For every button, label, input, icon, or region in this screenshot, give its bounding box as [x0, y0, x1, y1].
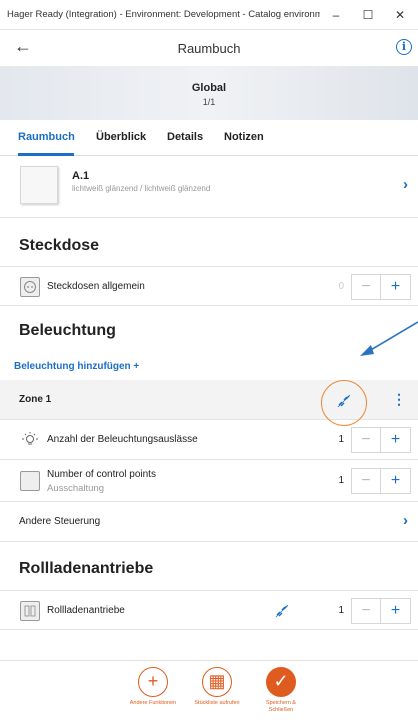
product-description: lichtweiß glänzend / lichtweiß glänzend: [72, 184, 211, 193]
row-label: Rollladenantriebe: [47, 605, 125, 616]
banner-name: Global: [191, 82, 227, 94]
quantity-stepper: − +: [351, 274, 411, 300]
back-arrow-icon[interactable]: ←: [14, 36, 32, 57]
banner-page: 1/1: [202, 97, 216, 107]
increment-button[interactable]: +: [381, 275, 410, 299]
chevron-right-icon[interactable]: ›: [403, 512, 408, 529]
row-label: Steckdosen allgemein: [47, 281, 145, 292]
shutter-icon: [20, 601, 40, 621]
close-button[interactable]: ✕: [384, 8, 416, 22]
switch-icon: [20, 471, 40, 491]
quantity-value: 0: [338, 281, 344, 292]
section-title-beleuchtung: Beleuchtung: [19, 322, 116, 339]
window-titlebar: Hager Ready (Integration) - Environment:…: [0, 0, 418, 30]
tab-notizen[interactable]: Notizen: [224, 131, 264, 143]
quantity-stepper: − +: [351, 468, 411, 494]
product-name: A.1: [72, 170, 90, 182]
quantity-value: 1: [338, 434, 344, 445]
row-label: Number of control points: [47, 469, 156, 480]
action-label: Speichern & Schließen: [266, 700, 296, 713]
action-label: Andere Funktionen: [129, 700, 177, 706]
minimize-button[interactable]: –: [320, 8, 352, 22]
decrement-button[interactable]: −: [352, 469, 382, 493]
tab-details[interactable]: Details: [167, 131, 203, 143]
add-lighting-link[interactable]: Beleuchtung hinzufügen +: [14, 361, 139, 372]
increment-button[interactable]: +: [381, 469, 410, 493]
socket-icon: [20, 277, 40, 297]
row-label: Andere Steuerung: [19, 516, 101, 527]
tab-raumbuch[interactable]: Raumbuch: [18, 131, 75, 143]
other-functions-action[interactable]: + Andere Funktionen: [128, 667, 178, 707]
list-item: Rollladenantriebe 1 − +: [0, 590, 418, 630]
section-title-rollladen: Rollladenantriebe: [19, 560, 154, 577]
zone-label: Zone 1: [19, 394, 52, 405]
window-title: Hager Ready (Integration) - Environment:…: [7, 9, 320, 20]
chevron-right-icon[interactable]: ›: [403, 176, 408, 193]
tab-ueberblick[interactable]: Überblick: [96, 131, 146, 143]
more-vertical-icon[interactable]: ⋮: [392, 391, 406, 408]
increment-button[interactable]: +: [381, 428, 410, 452]
plus-icon[interactable]: +: [138, 667, 168, 697]
lightbulb-icon: [20, 431, 40, 454]
info-icon[interactable]: i: [396, 39, 412, 55]
grid-icon[interactable]: ▦: [202, 667, 232, 697]
increment-button[interactable]: +: [381, 599, 410, 623]
bottom-action-bar: + Andere Funktionen ▦ Stückliste aufrufe…: [0, 660, 418, 722]
decrement-button[interactable]: −: [352, 275, 382, 299]
other-control-row[interactable]: Andere Steuerung ›: [0, 502, 418, 542]
quantity-stepper: − +: [351, 427, 411, 453]
product-thumbnail: [20, 166, 58, 204]
tab-bar: Raumbuch Überblick Details Notizen: [0, 120, 418, 156]
list-item: Anzahl der Beleuchtungsauslässe 1 − +: [0, 420, 418, 460]
room-banner: Global 1/1: [0, 66, 418, 120]
row-label: Anzahl der Beleuchtungsauslässe: [47, 434, 198, 445]
action-label: Stückliste aufrufen: [194, 700, 240, 706]
list-item: Steckdosen allgemein 0 − +: [0, 266, 418, 306]
row-sublabel: Ausschaltung: [47, 483, 105, 494]
app-header: ← Raumbuch i: [0, 30, 418, 66]
page-title: Raumbuch: [177, 40, 241, 56]
list-item: Number of control points Ausschaltung 1 …: [0, 460, 418, 502]
checkmark-icon[interactable]: ✓: [266, 667, 296, 697]
product-row[interactable]: A.1 lichtweiß glänzend / lichtweiß glänz…: [0, 156, 418, 218]
link-icon[interactable]: [274, 603, 290, 619]
quantity-stepper: − +: [351, 598, 411, 624]
save-close-action[interactable]: ✓ Speichern & Schließen: [256, 667, 306, 714]
decrement-button[interactable]: −: [352, 599, 382, 623]
quantity-value: 1: [338, 475, 344, 486]
section-title-steckdose: Steckdose: [19, 237, 100, 254]
quantity-value: 1: [338, 605, 344, 616]
decrement-button[interactable]: −: [352, 428, 382, 452]
maximize-button[interactable]: ☐: [352, 8, 384, 22]
bill-of-materials-action[interactable]: ▦ Stückliste aufrufen: [192, 667, 242, 707]
